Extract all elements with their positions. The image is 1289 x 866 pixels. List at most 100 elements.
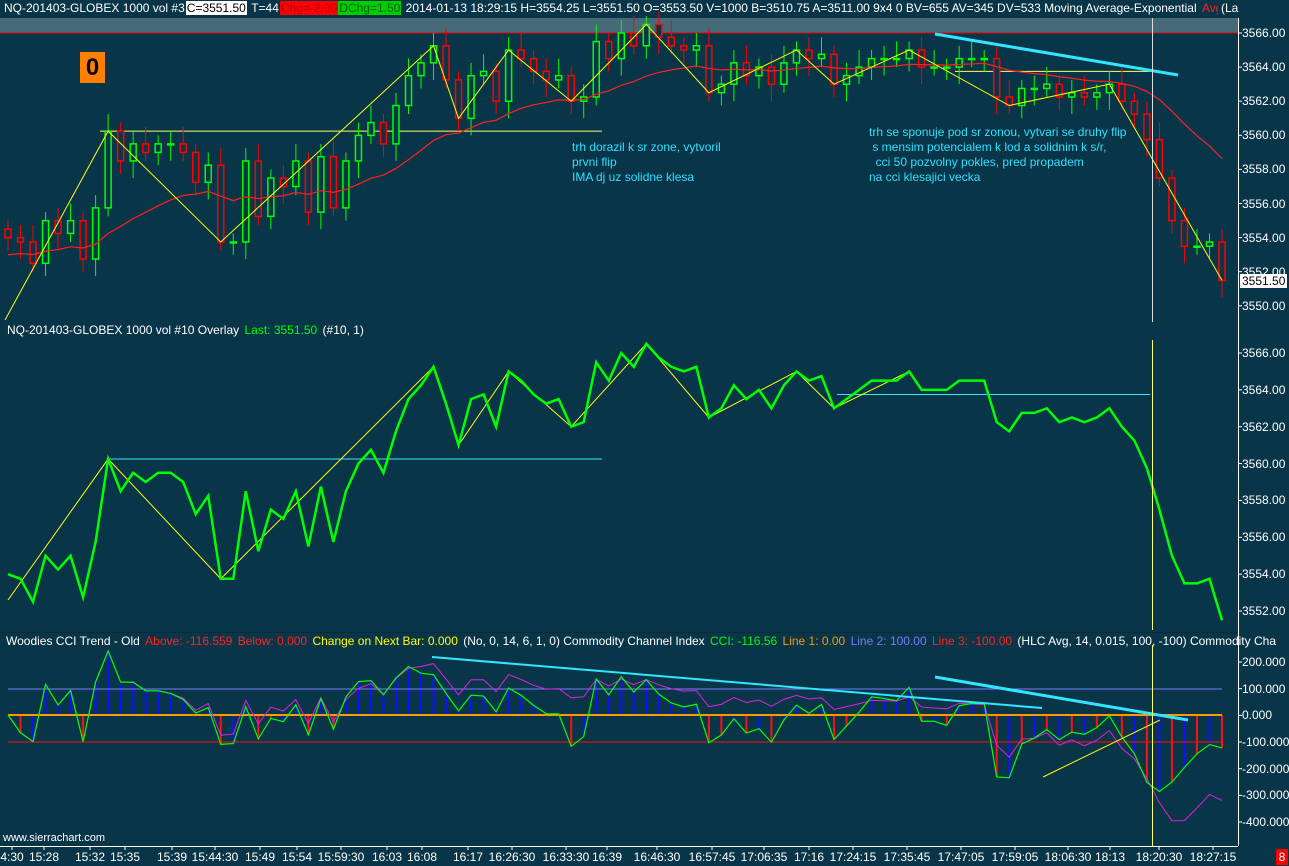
cci-change: Change on Next Bar: 0.000 [312,634,458,648]
annotation-second-flip: trh se sponuje pod sr zonou, vytvari se … [869,125,1127,184]
overlay-title: NQ-201403-GLOBEX 1000 vol #10 Overlay [7,323,240,337]
overlay-axis-label: 3560.00 [1242,456,1286,471]
time-axis-label: 15:32 [74,850,106,864]
price-axis-label: 3556.00 [1242,196,1286,211]
cci-support-line [1042,719,1161,778]
candle-up [91,207,100,260]
overlay-last: Last: 3551.50 [244,323,318,337]
candle-down [529,57,538,73]
cci-header: Woodies CCI Trend - Old Above: -116.559 … [5,633,1287,649]
bar-info: 2014-01-13 18:29:15 H=3554.25 L=3551.50 … [405,1,1197,15]
time-axis-label: 16:46:30 [633,850,681,864]
overlay-axis-label: 3566.00 [1242,346,1286,360]
time-axis-label: 16:03 [371,850,403,864]
price-axis-label: 3560.00 [1242,128,1286,143]
cci-params2: (HLC Avg, 14, 0.015, 100, -100) Commodit… [1017,634,1276,648]
candle-down [1218,241,1226,282]
price-axis-label: 3558.00 [1242,162,1286,177]
candle-up [1205,241,1214,248]
time-axis-label: 17:47:05 [937,850,985,864]
cci-slow-line [7,649,1223,822]
candle-down [1118,83,1126,102]
time-axis-label: 15:35 [109,850,141,864]
cci-title: Woodies CCI Trend - Old [6,634,140,648]
candle-up [104,130,112,209]
time-axis-label: 18:27:15 [1189,850,1237,864]
candle-up [66,219,75,235]
candle-up [980,57,988,61]
time-axis-label: 18:06:30 [1044,850,1092,864]
candle-up [204,164,212,184]
candle-down [1130,100,1139,115]
candle-down [492,70,500,102]
candle-down [4,228,12,239]
candle-up [817,53,826,60]
overlay-axis-label: 3562.00 [1242,419,1286,434]
close-value: C=3551.50 [185,1,247,15]
overlay-close-line [7,341,1224,621]
candle-down [29,241,37,265]
time-axis-label: 16:26:30 [488,850,536,864]
time-axis-label: 17:06:35 [740,850,788,864]
candle-up [404,74,413,107]
time-axis-label: 17:24:15 [829,850,877,864]
candle-down [217,164,225,243]
candle-up [967,57,976,61]
candle-up [479,70,488,77]
candle-down [329,155,338,209]
candle-down [604,40,613,60]
candle-up [617,32,626,60]
last-price-label: 3551.50 [1240,274,1288,288]
candle-up [1043,83,1051,90]
zero-badge: 0 [80,52,105,83]
time-axis-label: 17:16 [793,850,825,864]
time-axis-label: 15:28 [28,850,60,864]
candle-up [317,155,325,213]
cci-value: CCI: -116.56 [710,634,778,648]
time-axis-label: 15:59:30 [317,850,365,864]
daily-change-value: DChg=1.50 [338,1,402,15]
time-axis-label: 18:20:30 [1135,850,1183,864]
candle-down [141,143,150,154]
candle-down [304,160,313,213]
ema-value: Avg: 3560.28 [1201,1,1218,15]
candle-up [242,160,250,243]
price-header-band [0,18,1238,33]
candle-down [992,57,1001,98]
candle-up [292,160,300,188]
candle-up [892,57,901,61]
time-axis-label: 16:57:45 [688,850,736,864]
candle-up [166,143,175,146]
cci-line3: Line 3: -100.00 [932,634,1013,648]
overlay-zigzag-line [7,343,910,601]
candle-up [554,74,563,81]
time-axis-label: 18:13 [1094,850,1126,864]
time-axis-label: 15:44:30 [191,850,239,864]
candle-down [680,45,688,51]
price-axis-label: 3566.00 [1242,26,1286,40]
candle-down [254,160,263,218]
alert-count-badge[interactable]: 8 [1276,849,1288,865]
candle-down [567,74,575,102]
candle-up [880,57,888,61]
cci-line2: Line 2: 100.00 [850,634,927,648]
time-axis-label: 16:39 [591,850,623,864]
candle-up [780,62,788,85]
cci-axis-label: -400.000 [1242,815,1289,830]
candle-up [955,57,963,68]
candle-down [379,121,388,145]
overlay-axis-label: 3556.00 [1242,530,1286,545]
candle-up [354,134,363,162]
candle-up [229,241,238,244]
candle-up [592,40,600,98]
candle-down [767,66,776,85]
candle-up [504,49,513,102]
header-truncated: (La [1220,0,1240,16]
price-axis-label: 3550.00 [1242,298,1286,313]
cci-trend-line [431,656,1043,709]
candle-up [342,160,350,209]
candle-down [79,219,87,260]
overlay-axis-label: 3564.00 [1242,382,1286,397]
cci-trend-line [934,675,1189,722]
candle-down [1180,219,1189,248]
